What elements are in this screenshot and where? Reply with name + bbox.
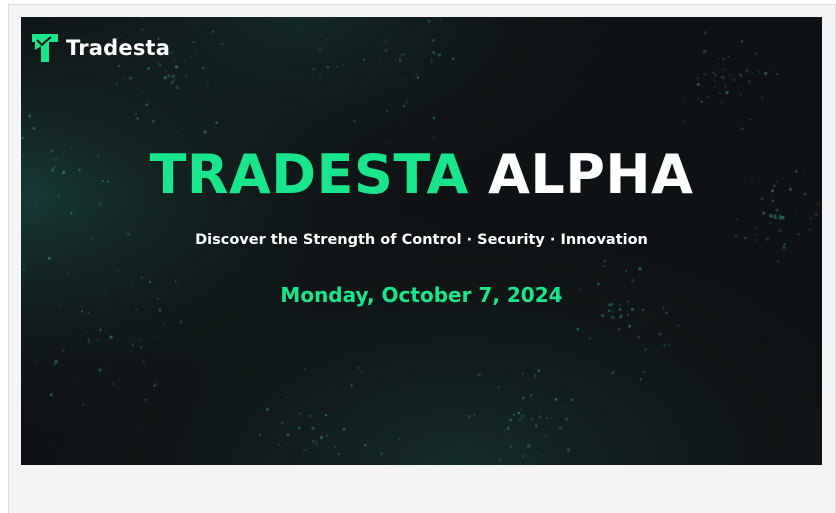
event-tagline: Discover the Strength of Control · Secur…: [195, 232, 648, 248]
event-title-accent: TRADESTA: [149, 143, 469, 206]
event-date: Monday, October 7, 2024: [280, 283, 563, 307]
brand-name: Tradesta: [66, 36, 171, 60]
brand-header[interactable]: Tradesta: [32, 34, 170, 62]
tradesta-t-logo-icon: [32, 34, 58, 62]
event-title-plain: ALPHA: [488, 143, 694, 206]
event-title: TRADESTA ALPHA: [21, 143, 822, 207]
hero-banner: Tradesta TRADESTA ALPHA Discover the Str…: [21, 17, 822, 465]
